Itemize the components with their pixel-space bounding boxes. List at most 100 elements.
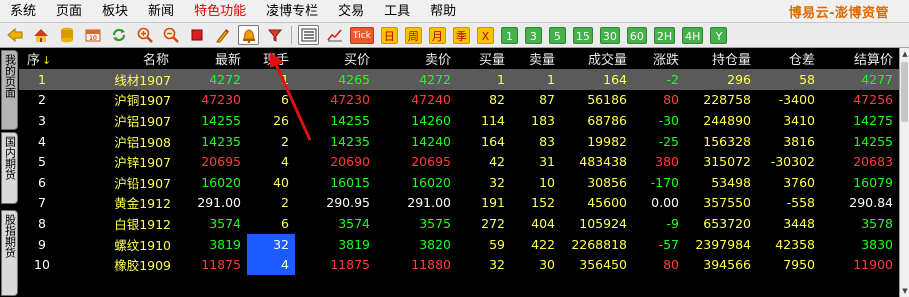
table-row[interactable]: 4 沪铝1908 14235 2 14235 14240 164 83 19982 -25 1563… xyxy=(19,131,899,152)
period-x-button[interactable]: X xyxy=(476,26,494,44)
table-row[interactable]: 10 橡胶1909 11875 4 11875 11880 32 30 356450 80 3945… xyxy=(19,254,899,275)
period-week-button[interactable]: 周 xyxy=(404,26,422,44)
period-month-button[interactable]: 月 xyxy=(428,26,446,44)
col-header-index-label: 序 xyxy=(27,53,41,68)
col-header-bid-vol[interactable]: 买量 xyxy=(457,48,511,69)
period-5min-button[interactable]: 5 xyxy=(548,26,566,44)
back-arrow-icon[interactable] xyxy=(4,25,25,45)
period-3min-button[interactable]: 3 xyxy=(524,26,542,44)
cell-last: 3574 xyxy=(209,215,241,231)
home-icon[interactable] xyxy=(30,25,51,45)
cell-bid-vol: 82 xyxy=(489,92,505,108)
period-2h-button[interactable]: 2H xyxy=(653,26,676,44)
cell-index: 5 xyxy=(38,154,46,170)
period-year-button[interactable]: Y xyxy=(710,26,728,44)
scroll-up-icon[interactable]: ▲ xyxy=(901,48,909,60)
cell-volume: 68786 xyxy=(587,112,627,128)
cell-open-interest: 228758 xyxy=(703,92,751,108)
col-header-last[interactable]: 最新 xyxy=(175,48,247,69)
table-row[interactable]: 2 沪铜1907 47230 6 47230 47240 82 87 56186 80 228758… xyxy=(19,90,899,111)
menu-system[interactable]: 系统 xyxy=(0,0,46,23)
header-row: 序 ↓ 名称 最新 现手 买价 卖价 买量 卖量 成交量 涨跌 持仓量 仓差 结算… xyxy=(19,48,899,69)
period-4h-button[interactable]: 4H xyxy=(682,26,704,44)
vertical-scrollbar[interactable]: ▲ ▼ xyxy=(899,48,909,297)
cell-oi-change: 42358 xyxy=(775,236,815,252)
cell-name: 沪铜1907 xyxy=(114,93,171,109)
table-row[interactable]: 8 白银1912 3574 6 3574 3575 272 404 105924 -9 653720… xyxy=(19,213,899,234)
cell-last: 20695 xyxy=(201,154,241,170)
scroll-thumb[interactable] xyxy=(901,62,908,122)
menu-lingbo-column[interactable]: 凌博专栏 xyxy=(256,0,328,23)
cell-volume: 30856 xyxy=(587,174,627,190)
tab-index-futures[interactable]: 股指期货 xyxy=(1,210,18,296)
cell-change: -9 xyxy=(666,215,679,231)
cell-index: 1 xyxy=(19,69,71,90)
tab-domestic-futures[interactable]: 国内期货 xyxy=(1,132,18,204)
col-header-oi-change[interactable]: 仓差 xyxy=(757,48,821,69)
period-quarter-button[interactable]: 季 xyxy=(452,26,470,44)
cell-last-vol: 6 xyxy=(281,215,289,231)
scroll-down-icon[interactable]: ▼ xyxy=(901,285,909,297)
tick-chart-button[interactable]: Tick xyxy=(350,26,374,44)
cell-bid-vol: 32 xyxy=(489,257,505,273)
col-header-ask-vol[interactable]: 卖量 xyxy=(511,48,561,69)
menu-special-features[interactable]: 特色功能 xyxy=(184,0,256,23)
period-day-button[interactable]: 日 xyxy=(380,26,398,44)
table-row[interactable]: 3 沪铝1907 14255 26 14255 14260 114 183 68786 -30 24… xyxy=(19,110,899,131)
kline-icon[interactable] xyxy=(324,25,345,45)
col-header-open-interest[interactable]: 持仓量 xyxy=(685,48,757,69)
alarm-bell-icon[interactable] xyxy=(238,25,259,45)
cell-last: 11875 xyxy=(201,257,241,273)
table-row[interactable]: 9 螺纹1910 3819 32 3819 3820 59 422 2268818 -57 2397… xyxy=(19,233,899,255)
col-header-settle[interactable]: 结算价 xyxy=(821,48,899,69)
quote-list-icon[interactable] xyxy=(298,25,319,45)
cell-index: 7 xyxy=(38,195,46,211)
cell-settle: 11900 xyxy=(853,257,893,273)
menu-help[interactable]: 帮助 xyxy=(420,0,466,23)
calendar-icon[interactable]: 10 xyxy=(82,25,103,45)
database-icon[interactable] xyxy=(56,25,77,45)
cell-ask-vol: 87 xyxy=(539,92,555,108)
cell-index: 8 xyxy=(38,215,46,231)
cell-last-vol: 40 xyxy=(273,174,289,190)
col-header-last-vol[interactable]: 现手 xyxy=(247,48,295,69)
cell-settle: 3578 xyxy=(861,215,893,231)
period-60min-button[interactable]: 60 xyxy=(626,26,647,44)
col-header-name[interactable]: 名称 xyxy=(71,48,175,69)
period-30min-button[interactable]: 30 xyxy=(599,26,620,44)
zoom-out-icon[interactable] xyxy=(160,25,181,45)
col-header-change[interactable]: 涨跌 xyxy=(633,48,685,69)
period-15min-button[interactable]: 15 xyxy=(572,26,593,44)
cell-ask-vol: 152 xyxy=(531,195,555,211)
col-header-volume[interactable]: 成交量 xyxy=(561,48,633,69)
cell-bid: 14255 xyxy=(330,112,370,128)
menu-sector[interactable]: 板块 xyxy=(92,0,138,23)
col-header-ask[interactable]: 卖价 xyxy=(376,48,457,69)
table-row[interactable]: 7 黄金1912 291.00 2 290.95 291.00 191 152 45600 0.0… xyxy=(19,193,899,214)
cell-name: 螺纹1910 xyxy=(114,237,171,253)
cell-open-interest: 53498 xyxy=(711,174,751,190)
cell-ask: 16020 xyxy=(411,174,451,190)
cell-bid-vol: 272 xyxy=(481,215,505,231)
menu-news[interactable]: 新闻 xyxy=(138,0,184,23)
tab-my-page[interactable]: 我的页面 xyxy=(1,50,18,130)
period-1min-button[interactable]: 1 xyxy=(500,26,518,44)
cell-ask-vol: 30 xyxy=(539,257,555,273)
zoom-in-icon[interactable] xyxy=(134,25,155,45)
cell-open-interest: 394566 xyxy=(703,257,751,273)
pencil-icon[interactable] xyxy=(212,25,233,45)
table-row[interactable]: 1 线材1907 4272 1 4265 4272 1 1 164 -2 296 58 4277 xyxy=(19,69,899,90)
col-header-bid[interactable]: 买价 xyxy=(295,48,376,69)
cell-bid-vol: 191 xyxy=(481,195,505,211)
stop-icon[interactable] xyxy=(186,25,207,45)
table-row[interactable]: 5 沪锌1907 20695 4 20690 20695 42 31 483438 380 3150… xyxy=(19,151,899,172)
menu-trade[interactable]: 交易 xyxy=(328,0,374,23)
table-row[interactable]: 6 沪铅1907 16020 40 16015 16020 32 10 30856 -170 534… xyxy=(19,172,899,193)
cell-open-interest: 296 xyxy=(685,69,757,90)
cell-volume: 45600 xyxy=(587,195,627,211)
col-header-index[interactable]: 序 ↓ xyxy=(19,48,71,69)
menu-tools[interactable]: 工具 xyxy=(374,0,420,23)
filter-icon[interactable] xyxy=(264,25,285,45)
refresh-icon[interactable] xyxy=(108,25,129,45)
menu-page[interactable]: 页面 xyxy=(46,0,92,23)
